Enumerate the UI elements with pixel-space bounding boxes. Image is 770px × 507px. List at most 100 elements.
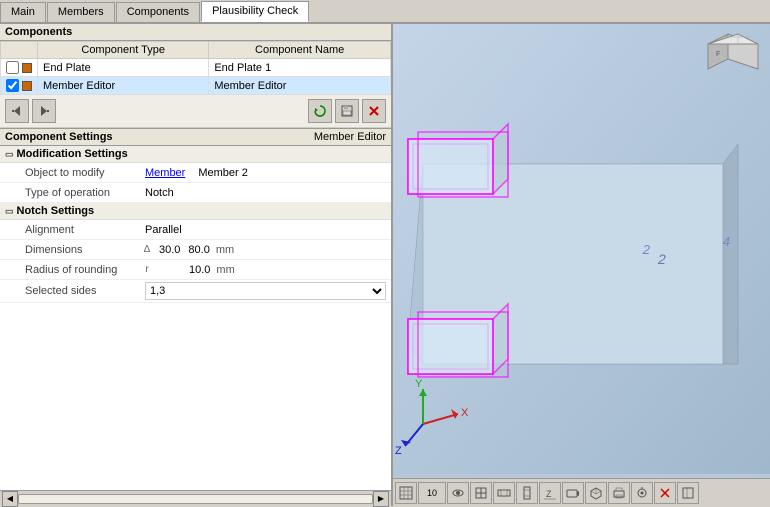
save-button[interactable] xyxy=(335,99,359,123)
scroll-left-button[interactable]: ◀ xyxy=(2,491,18,507)
prop-value-alignment: Parallel xyxy=(140,222,391,238)
type-value: Notch xyxy=(145,187,174,199)
scale-label: 10 xyxy=(427,488,437,498)
tab-bar: Main Members Components Plausibility Che… xyxy=(0,0,770,24)
row2-check-cell[interactable] xyxy=(1,77,38,95)
refresh-icon xyxy=(313,104,327,118)
cam2-icon xyxy=(635,486,649,500)
tab-components[interactable]: Components xyxy=(116,2,200,22)
tab-plausibility-check[interactable]: Plausibility Check xyxy=(201,1,309,22)
prop-dimensions: Dimensions Δ 30.0 80.0 mm xyxy=(0,240,391,260)
prop-value-dimensions: 30.0 80.0 mm xyxy=(154,242,391,258)
move-right-button[interactable] xyxy=(32,99,56,123)
prop-alignment: Alignment Parallel xyxy=(0,220,391,240)
scroll-track[interactable] xyxy=(18,494,373,504)
components-header: Components xyxy=(0,24,391,41)
col-checkbox xyxy=(1,42,38,59)
viewport-toolbar: 10 xyxy=(393,478,770,506)
radius-unit: mm xyxy=(216,264,234,276)
box-icon xyxy=(589,486,603,500)
prop-value-sides: 1,3 2,4 1,2,3,4 xyxy=(140,280,391,302)
move-left-button[interactable] xyxy=(5,99,29,123)
fit-v-icon xyxy=(520,486,534,500)
viewport-svg: 4 2 X Y Z xyxy=(393,24,770,474)
grid-icon xyxy=(399,486,413,500)
row2-type: Member Editor xyxy=(38,77,209,95)
prop-name-alignment: Alignment xyxy=(20,222,140,238)
fit-all-icon xyxy=(474,486,488,500)
table-row[interactable]: End Plate End Plate 1 xyxy=(1,59,391,77)
delta-icon: Δ xyxy=(140,244,154,255)
modification-settings-group[interactable]: ▭ Modification Settings xyxy=(0,146,391,163)
prop-value-type: Notch xyxy=(140,185,391,201)
scene-container: 4 2 X Y Z xyxy=(393,24,770,506)
expand-button[interactable] xyxy=(677,482,699,504)
settings-header: Component Settings Member Editor xyxy=(0,128,391,146)
prop-name-object: Object to modify xyxy=(20,165,140,181)
bottom-scrollbar[interactable]: ◀ ▶ xyxy=(0,490,391,506)
arrow-right-icon xyxy=(37,104,51,118)
tab-members[interactable]: Members xyxy=(47,2,115,22)
refresh-button[interactable] xyxy=(308,99,332,123)
label-4: 4 xyxy=(723,234,730,249)
arrow-left-icon xyxy=(10,104,24,118)
col-name: Component Name xyxy=(209,42,391,59)
row2-name: Member Editor xyxy=(209,77,391,95)
prop-name-radius: Radius of rounding xyxy=(20,262,140,278)
eye-button[interactable] xyxy=(447,482,469,504)
svg-text:Y: Y xyxy=(415,378,423,390)
row1-check-cell[interactable] xyxy=(1,59,38,77)
radius-value: 10.0 xyxy=(189,264,210,276)
svg-text:Z: Z xyxy=(546,489,552,499)
close-x-icon xyxy=(658,486,672,500)
fit-z-icon: Z xyxy=(543,486,557,500)
fit-v-button[interactable] xyxy=(516,482,538,504)
print-button[interactable] xyxy=(608,482,630,504)
table-row[interactable]: Member Editor Member Editor xyxy=(1,77,391,95)
row1-checkbox[interactable] xyxy=(6,61,19,74)
scroll-right-button[interactable]: ▶ xyxy=(373,491,389,507)
prop-name-sides: Selected sides xyxy=(20,283,140,299)
delete-icon xyxy=(367,104,381,118)
notch-settings-label: Notch Settings xyxy=(17,205,95,217)
camera-button[interactable] xyxy=(562,482,584,504)
prop-object-to-modify: Object to modify Member Member 2 xyxy=(0,163,391,183)
collapse-icon: ▭ xyxy=(5,149,14,160)
fit-all-button[interactable] xyxy=(470,482,492,504)
components-toolbar xyxy=(0,95,391,128)
components-section: Components Component Type Component Name xyxy=(0,24,391,95)
save-icon xyxy=(340,104,354,118)
box-view-button[interactable] xyxy=(585,482,607,504)
notch-settings-group[interactable]: ▭ Notch Settings xyxy=(0,203,391,220)
main-layout: Components Component Type Component Name xyxy=(0,24,770,506)
prop-name-type: Type of operation xyxy=(20,185,140,201)
left-panel: Components Component Type Component Name xyxy=(0,24,393,506)
row2-checkbox[interactable] xyxy=(6,79,19,92)
cam2-button[interactable] xyxy=(631,482,653,504)
fit-h-button[interactable] xyxy=(493,482,515,504)
object-link[interactable]: Member xyxy=(145,167,185,179)
grid-button[interactable] xyxy=(395,482,417,504)
prop-radius: Radius of rounding r 10.0 mm xyxy=(0,260,391,280)
close-view-button[interactable] xyxy=(654,482,676,504)
expand-icon xyxy=(681,486,695,500)
delete-button[interactable] xyxy=(362,99,386,123)
prop-type-operation: Type of operation Notch xyxy=(0,183,391,203)
row1-color xyxy=(22,63,32,73)
dim-value2: 80.0 xyxy=(188,244,209,256)
svg-text:X: X xyxy=(461,407,469,419)
settings-body: ▭ Modification Settings Object to modify… xyxy=(0,146,391,490)
fit-z-button[interactable]: Z xyxy=(539,482,561,504)
right-panel: 4 2 X Y Z xyxy=(393,24,770,506)
svg-text:2: 2 xyxy=(657,251,666,267)
row2-color xyxy=(22,81,32,91)
scale-button[interactable]: 10 xyxy=(418,482,446,504)
label-2: 2 xyxy=(643,242,650,257)
r-icon: r xyxy=(140,264,154,275)
svg-text:Z: Z xyxy=(395,445,402,457)
components-table: Component Type Component Name End Plate xyxy=(0,41,391,95)
sides-select[interactable]: 1,3 2,4 1,2,3,4 xyxy=(145,282,386,300)
prop-name-dimensions: Dimensions xyxy=(20,242,140,258)
tab-main[interactable]: Main xyxy=(0,2,46,22)
print-icon xyxy=(612,486,626,500)
